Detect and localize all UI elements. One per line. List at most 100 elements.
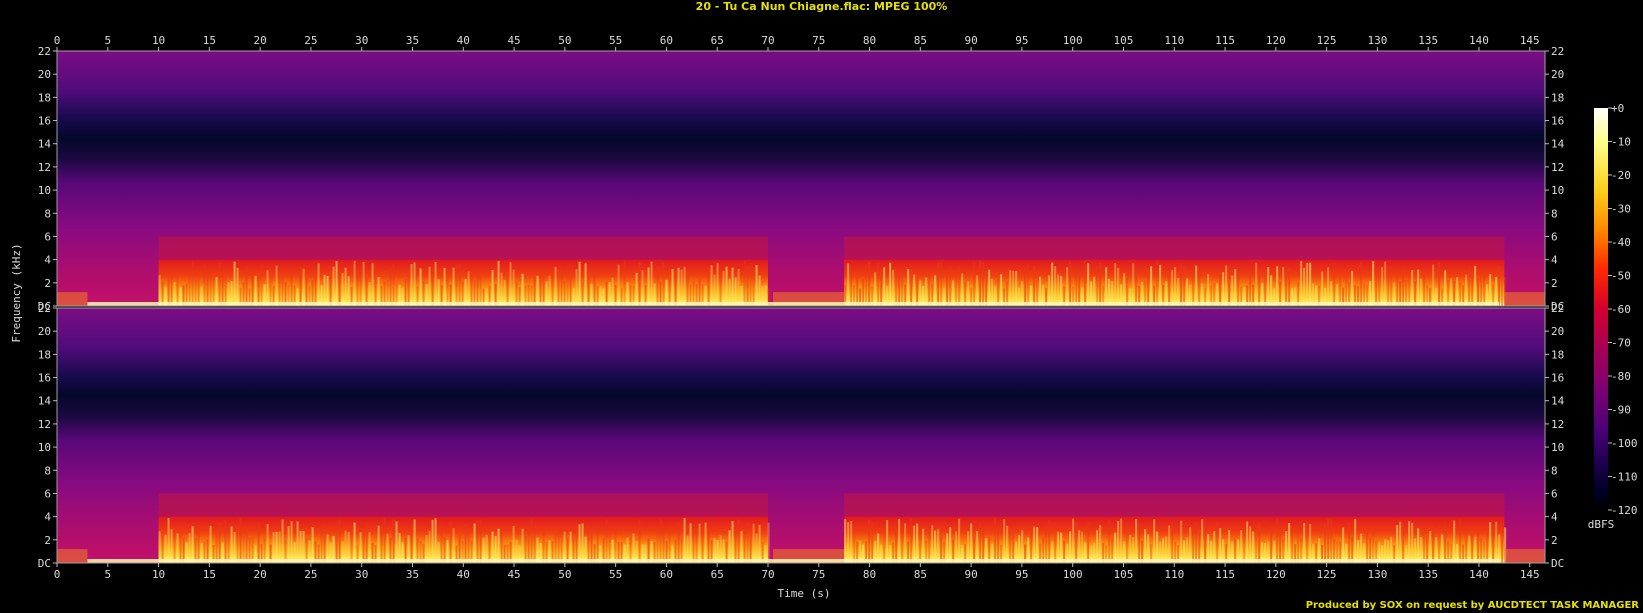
- energy-streak: [1501, 270, 1504, 306]
- energy-streak: [1249, 526, 1252, 563]
- energy-streak: [949, 267, 952, 306]
- energy-streak: [260, 263, 263, 306]
- energy-streak: [323, 524, 326, 563]
- x-tick-label: 60: [660, 34, 673, 47]
- energy-streak: [338, 276, 341, 306]
- energy-streak: [979, 523, 982, 563]
- energy-streak: [560, 267, 563, 306]
- energy-streak: [1432, 525, 1435, 563]
- x-tick-label: 125: [1317, 568, 1337, 581]
- energy-streak: [254, 275, 257, 306]
- energy-streak: [434, 261, 437, 306]
- energy-streak: [1354, 519, 1357, 563]
- energy-streak: [236, 533, 239, 563]
- y-tick-label: 6: [44, 230, 51, 243]
- energy-streak: [323, 274, 326, 306]
- energy-streak: [380, 529, 383, 563]
- energy-streak: [470, 275, 473, 306]
- energy-streak: [1372, 526, 1375, 563]
- energy-streak: [194, 273, 197, 306]
- energy-streak: [1000, 274, 1003, 306]
- energy-streak: [1024, 268, 1027, 306]
- energy-streak: [1297, 522, 1300, 563]
- energy-streak: [758, 524, 761, 563]
- y-tick-label: 20: [38, 325, 51, 338]
- energy-streak: [1219, 528, 1222, 563]
- energy-streak: [1360, 261, 1363, 306]
- energy-streak: [1471, 534, 1474, 563]
- energy-streak: [898, 272, 901, 306]
- energy-streak: [1180, 263, 1183, 306]
- energy-streak: [431, 519, 434, 563]
- energy-streak: [224, 519, 227, 563]
- energy-streak: [359, 532, 362, 563]
- energy-streak: [1384, 261, 1387, 306]
- energy-streak: [1417, 269, 1420, 306]
- energy-streak: [245, 268, 248, 306]
- energy-streak: [1255, 525, 1258, 563]
- energy-streak: [1201, 519, 1204, 563]
- energy-streak: [344, 530, 347, 563]
- energy-streak: [1291, 531, 1294, 563]
- x-tick-label: 95: [1015, 34, 1028, 47]
- energy-streak: [746, 266, 749, 306]
- energy-streak: [512, 269, 515, 306]
- energy-streak: [575, 269, 578, 306]
- energy-streak: [302, 268, 305, 306]
- energy-streak: [278, 274, 281, 306]
- energy-streak: [1477, 278, 1480, 306]
- energy-streak: [614, 528, 617, 563]
- energy-streak: [476, 272, 479, 306]
- colorbar-tick-label: +0: [1611, 102, 1624, 115]
- x-tick-label: 35: [406, 34, 419, 47]
- energy-streak: [1381, 267, 1384, 306]
- y-tick-label: 6: [1551, 230, 1558, 243]
- x-tick-label: 130: [1367, 568, 1387, 581]
- y-tick-label: 22: [38, 302, 51, 315]
- energy-streak: [548, 275, 551, 306]
- energy-streak: [326, 534, 329, 563]
- energy-streak: [997, 531, 1000, 563]
- x-tick-label: 50: [558, 34, 571, 47]
- energy-streak: [1309, 523, 1312, 563]
- y-tick-label: 18: [1551, 348, 1564, 361]
- x-tick-label: 100: [1063, 568, 1083, 581]
- energy-streak: [1468, 266, 1471, 306]
- energy-streak: [985, 269, 988, 306]
- colorbar-tick-label: -60: [1611, 303, 1631, 316]
- energy-streak: [1117, 267, 1120, 306]
- energy-streak: [1375, 269, 1378, 306]
- colorbar-tick-label: -110: [1611, 471, 1638, 484]
- energy-streak: [236, 267, 239, 306]
- energy-streak: [242, 530, 245, 563]
- energy-streak: [1417, 528, 1420, 563]
- energy-streak: [916, 523, 919, 563]
- energy-streak: [1327, 518, 1330, 563]
- energy-streak: [578, 261, 581, 306]
- energy-streak: [934, 275, 937, 306]
- energy-streak: [218, 523, 221, 563]
- energy-streak: [1309, 262, 1312, 306]
- energy-streak: [269, 265, 272, 306]
- energy-streak: [533, 525, 536, 563]
- energy-streak: [542, 275, 545, 306]
- energy-streak: [958, 518, 961, 563]
- energy-streak: [874, 272, 877, 306]
- energy-streak: [617, 264, 620, 306]
- energy-streak: [1387, 265, 1390, 306]
- y-tick-label: 16: [1551, 372, 1564, 385]
- energy-streak: [419, 268, 422, 306]
- x-tick-label: 25: [304, 34, 317, 47]
- energy-streak: [158, 531, 161, 563]
- energy-streak: [1333, 263, 1336, 306]
- energy-streak: [425, 534, 428, 563]
- energy-streak: [296, 521, 299, 563]
- energy-streak: [1114, 263, 1117, 306]
- x-tick-label: 15: [203, 34, 216, 47]
- x-tick-label: 135: [1418, 568, 1438, 581]
- energy-streak: [1180, 520, 1183, 563]
- energy-streak: [353, 522, 356, 563]
- energy-streak: [434, 518, 437, 563]
- energy-streak: [536, 275, 539, 306]
- x-tick-label: 5: [104, 34, 111, 47]
